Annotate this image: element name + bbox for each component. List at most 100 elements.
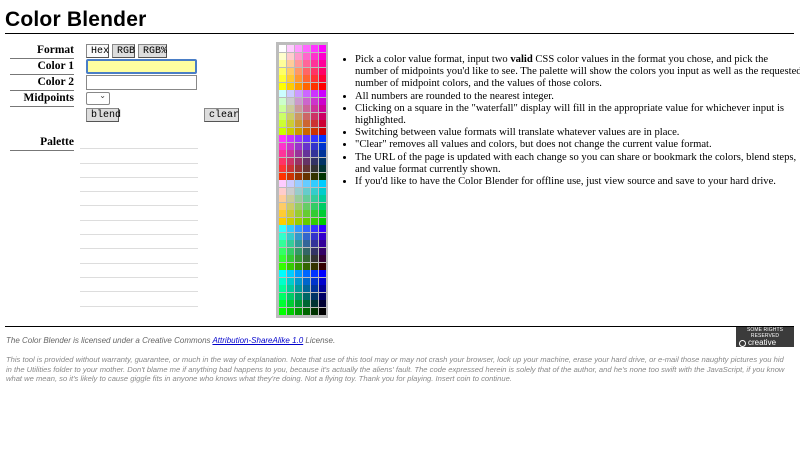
waterfall-swatch[interactable] [279,292,286,300]
waterfall-swatch[interactable] [311,172,318,180]
waterfall-swatch[interactable] [287,307,294,315]
waterfall-swatch[interactable] [279,97,286,105]
waterfall-swatch[interactable] [279,217,286,225]
format-rgb-button[interactable]: RGB [112,44,135,58]
waterfall-swatch[interactable] [287,120,294,127]
waterfall-swatch[interactable] [287,142,294,150]
waterfall-swatch[interactable] [319,120,326,127]
waterfall-swatch[interactable] [279,142,286,150]
waterfall-swatch[interactable] [319,195,326,202]
waterfall-swatch[interactable] [303,105,310,112]
waterfall-swatch[interactable] [295,262,302,270]
waterfall-swatch[interactable] [279,255,286,262]
waterfall-swatch[interactable] [295,60,302,67]
waterfall-swatch[interactable] [287,127,294,135]
waterfall-swatch[interactable] [279,225,286,232]
waterfall-swatch[interactable] [279,112,286,120]
waterfall-swatch[interactable] [303,82,310,90]
waterfall-swatch[interactable] [279,82,286,90]
waterfall-swatch[interactable] [287,232,294,240]
waterfall-swatch[interactable] [311,127,318,135]
waterfall-swatch[interactable] [287,105,294,112]
waterfall-swatch[interactable] [303,255,310,262]
waterfall-swatch[interactable] [311,75,318,82]
waterfall-swatch[interactable] [319,187,326,195]
waterfall-swatch[interactable] [319,150,326,157]
waterfall-swatch[interactable] [319,300,326,307]
waterfall-swatch[interactable] [287,262,294,270]
waterfall-swatch[interactable] [295,217,302,225]
waterfall-swatch[interactable] [319,232,326,240]
waterfall-swatch[interactable] [311,307,318,315]
waterfall-swatch[interactable] [295,270,302,277]
waterfall-swatch[interactable] [311,225,318,232]
waterfall-swatch[interactable] [303,45,310,52]
waterfall-swatch[interactable] [311,247,318,255]
waterfall-swatch[interactable] [295,277,302,285]
waterfall-swatch[interactable] [311,135,318,142]
waterfall-swatch[interactable] [303,172,310,180]
waterfall-swatch[interactable] [279,150,286,157]
waterfall-swatch[interactable] [295,52,302,60]
waterfall-swatch[interactable] [319,165,326,172]
waterfall-swatch[interactable] [295,150,302,157]
waterfall-swatch[interactable] [287,97,294,105]
waterfall-swatch[interactable] [279,300,286,307]
waterfall-swatch[interactable] [295,187,302,195]
waterfall-swatch[interactable] [287,90,294,97]
waterfall-swatch[interactable] [303,67,310,75]
waterfall-swatch[interactable] [311,270,318,277]
waterfall-swatch[interactable] [311,97,318,105]
waterfall-swatch[interactable] [287,210,294,217]
waterfall-swatch[interactable] [303,75,310,82]
waterfall-swatch[interactable] [319,127,326,135]
waterfall-swatch[interactable] [295,210,302,217]
waterfall-swatch[interactable] [319,97,326,105]
waterfall-swatch[interactable] [287,202,294,210]
waterfall-swatch[interactable] [279,90,286,97]
waterfall-swatch[interactable] [287,285,294,292]
waterfall-swatch[interactable] [319,52,326,60]
waterfall-swatch[interactable] [279,262,286,270]
waterfall-swatch[interactable] [319,67,326,75]
waterfall-swatch[interactable] [287,195,294,202]
waterfall-swatch[interactable] [295,127,302,135]
waterfall-swatch[interactable] [311,45,318,52]
creative-commons-badge[interactable]: SOME RIGHTS RESERVED creative commons [736,327,794,354]
waterfall-swatch[interactable] [311,60,318,67]
waterfall-swatch[interactable] [287,172,294,180]
waterfall-swatch[interactable] [311,90,318,97]
waterfall-swatch[interactable] [319,82,326,90]
waterfall-swatch[interactable] [279,165,286,172]
waterfall-swatch[interactable] [311,285,318,292]
waterfall-swatch[interactable] [279,277,286,285]
waterfall-swatch[interactable] [303,150,310,157]
waterfall-swatch[interactable] [279,285,286,292]
waterfall-swatch[interactable] [311,112,318,120]
waterfall-swatch[interactable] [279,240,286,247]
waterfall-swatch[interactable] [311,277,318,285]
waterfall-swatch[interactable] [279,187,286,195]
waterfall-swatch[interactable] [279,232,286,240]
license-link[interactable]: Attribution-ShareAlike 1.0 [212,336,303,345]
waterfall-swatch[interactable] [295,112,302,120]
format-hex-button[interactable]: Hex [86,44,109,58]
waterfall-swatch[interactable] [319,142,326,150]
waterfall-swatch[interactable] [287,187,294,195]
waterfall-swatch[interactable] [279,45,286,52]
waterfall-swatch[interactable] [295,225,302,232]
waterfall-swatch[interactable] [311,232,318,240]
waterfall-swatch[interactable] [303,262,310,270]
waterfall-swatch[interactable] [295,240,302,247]
waterfall-swatch[interactable] [287,270,294,277]
waterfall-swatch[interactable] [279,120,286,127]
waterfall-swatch[interactable] [319,112,326,120]
waterfall-swatch[interactable] [295,120,302,127]
waterfall-swatch[interactable] [279,202,286,210]
waterfall-swatch[interactable] [311,180,318,187]
waterfall-swatch[interactable] [279,52,286,60]
waterfall-swatch[interactable] [311,105,318,112]
waterfall-swatch[interactable] [279,135,286,142]
waterfall-swatch[interactable] [295,75,302,82]
waterfall-swatch[interactable] [303,217,310,225]
